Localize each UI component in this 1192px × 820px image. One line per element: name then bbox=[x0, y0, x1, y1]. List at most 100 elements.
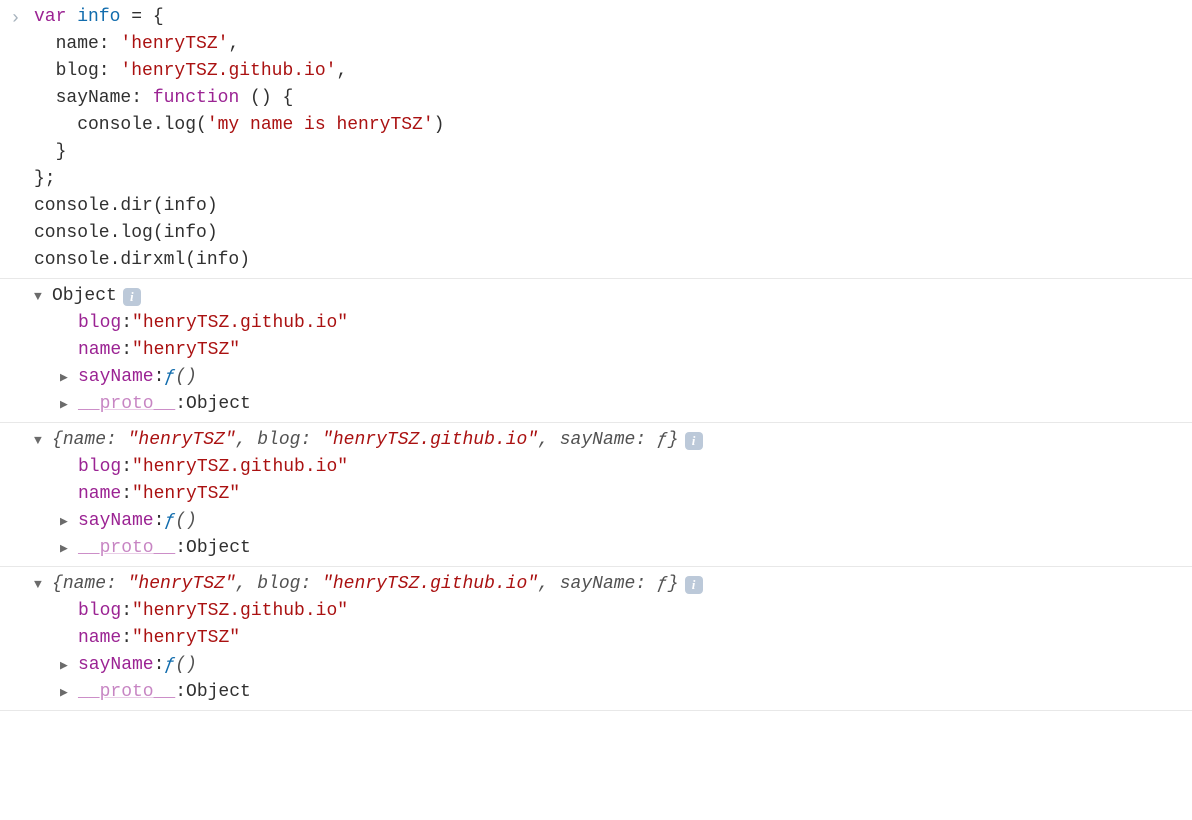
fn-body-suffix: ) bbox=[434, 115, 445, 135]
disclosure-down-icon[interactable]: ▼ bbox=[34, 287, 48, 307]
prop-val-name: "henryTSZ" bbox=[132, 337, 240, 364]
colon: : bbox=[175, 679, 186, 706]
prop-proto-row[interactable]: ▶ __proto__: Object bbox=[34, 391, 1192, 418]
func-paren: () bbox=[175, 508, 197, 535]
console-input-block: › var info = { name: 'henryTSZ', blog: '… bbox=[0, 0, 1192, 279]
sum-v1: "henryTSZ" bbox=[128, 574, 236, 594]
disclosure-right-icon[interactable]: ▶ bbox=[60, 539, 74, 559]
colon: : bbox=[154, 652, 165, 679]
prop-key-blog: blog bbox=[78, 454, 121, 481]
sum-k1: name: bbox=[63, 574, 128, 594]
disclosure-down-icon[interactable]: ▼ bbox=[34, 575, 48, 595]
brace: } bbox=[668, 574, 679, 594]
sep: , bbox=[236, 574, 258, 594]
colon: : bbox=[175, 391, 186, 418]
colon: : bbox=[154, 508, 165, 535]
sum-v3: ƒ bbox=[657, 574, 668, 594]
prop-key-name: name bbox=[78, 337, 121, 364]
brace: { bbox=[52, 574, 63, 594]
obj-close: }; bbox=[34, 169, 56, 189]
code-input[interactable]: var info = { name: 'henryTSZ', blog: 'he… bbox=[34, 4, 444, 274]
sum-k2: blog: bbox=[257, 574, 322, 594]
sum-k3: sayName: bbox=[560, 430, 657, 450]
prop-val-blog: "henryTSZ.github.io" bbox=[132, 598, 348, 625]
string-myname: 'my name is henryTSZ' bbox=[207, 115, 434, 135]
prop-proto-row[interactable]: ▶ __proto__: Object bbox=[34, 535, 1192, 562]
prop-val-proto: Object bbox=[186, 391, 251, 418]
prop-key-proto: __proto__ bbox=[78, 391, 175, 418]
prop-key-sayname: sayName bbox=[78, 364, 154, 391]
disclosure-right-icon[interactable]: ▶ bbox=[60, 656, 74, 676]
brace-open: { bbox=[153, 7, 164, 27]
prop-key-blog: blog bbox=[78, 598, 121, 625]
prop-val-name: "henryTSZ" bbox=[132, 625, 240, 652]
prop-blog-row[interactable]: blog: "henryTSZ.github.io" bbox=[34, 454, 1192, 481]
sum-v3: ƒ bbox=[657, 430, 668, 450]
keyword-var: var bbox=[34, 7, 66, 27]
output-dirxml: ▼ {name: "henryTSZ", blog: "henryTSZ.git… bbox=[0, 567, 1192, 711]
prop-key-name: name bbox=[78, 481, 121, 508]
prop-key-sayname: sayName bbox=[78, 508, 154, 535]
prop-blog-key: blog: bbox=[34, 61, 120, 81]
console-panel: › var info = { name: 'henryTSZ', blog: '… bbox=[0, 0, 1192, 711]
brace: { bbox=[52, 430, 63, 450]
info-icon[interactable]: i bbox=[685, 576, 703, 594]
disclosure-right-icon[interactable]: ▶ bbox=[60, 683, 74, 703]
sum-k2: blog: bbox=[257, 430, 322, 450]
identifier-info: info bbox=[77, 7, 120, 27]
colon: : bbox=[121, 625, 132, 652]
output-dir: ▼ Object i blog: "henryTSZ.github.io" na… bbox=[0, 279, 1192, 423]
prop-key-name: name bbox=[78, 625, 121, 652]
info-icon[interactable]: i bbox=[123, 288, 141, 306]
object-header-row[interactable]: ▼ Object i bbox=[34, 283, 1192, 310]
prop-name-row[interactable]: name: "henryTSZ" bbox=[34, 481, 1192, 508]
prop-sayname-row[interactable]: ▶ sayName: ƒ () bbox=[34, 364, 1192, 391]
prop-blog-row[interactable]: blog: "henryTSZ.github.io" bbox=[34, 598, 1192, 625]
object-header-row[interactable]: ▼ {name: "henryTSZ", blog: "henryTSZ.git… bbox=[34, 427, 1192, 454]
comma-2: , bbox=[336, 61, 347, 81]
func-paren: () bbox=[175, 652, 197, 679]
sep: , bbox=[538, 430, 560, 450]
prop-name-row[interactable]: name: "henryTSZ" bbox=[34, 337, 1192, 364]
prop-proto-row[interactable]: ▶ __proto__: Object bbox=[34, 679, 1192, 706]
disclosure-down-icon[interactable]: ▼ bbox=[34, 431, 48, 451]
disclosure-right-icon[interactable]: ▶ bbox=[60, 512, 74, 532]
prop-sayname-row[interactable]: ▶ sayName: ƒ () bbox=[34, 652, 1192, 679]
input-prompt-icon: › bbox=[10, 4, 34, 274]
prop-val-proto: Object bbox=[186, 679, 251, 706]
prop-val-blog: "henryTSZ.github.io" bbox=[132, 310, 348, 337]
prop-val-proto: Object bbox=[186, 535, 251, 562]
object-summary: {name: "henryTSZ", blog: "henryTSZ.githu… bbox=[52, 427, 679, 454]
sum-v2: "henryTSZ.github.io" bbox=[322, 574, 538, 594]
object-header-row[interactable]: ▼ {name: "henryTSZ", blog: "henryTSZ.git… bbox=[34, 571, 1192, 598]
colon: : bbox=[121, 454, 132, 481]
sum-v1: "henryTSZ" bbox=[128, 430, 236, 450]
prop-key-blog: blog bbox=[78, 310, 121, 337]
prop-sayname-key: sayName: bbox=[34, 88, 153, 108]
prop-sayname-row[interactable]: ▶ sayName: ƒ () bbox=[34, 508, 1192, 535]
info-icon[interactable]: i bbox=[685, 432, 703, 450]
func-paren: () bbox=[175, 364, 197, 391]
colon: : bbox=[121, 337, 132, 364]
disclosure-right-icon[interactable]: ▶ bbox=[60, 368, 74, 388]
prop-key-proto: __proto__ bbox=[78, 535, 175, 562]
sum-v2: "henryTSZ.github.io" bbox=[322, 430, 538, 450]
colon: : bbox=[121, 310, 132, 337]
fn-close: } bbox=[34, 142, 66, 162]
disclosure-right-icon[interactable]: ▶ bbox=[60, 395, 74, 415]
colon: : bbox=[121, 481, 132, 508]
call-console-log: console.log(info) bbox=[34, 223, 218, 243]
colon: : bbox=[154, 364, 165, 391]
sum-k3: sayName: bbox=[560, 574, 657, 594]
func-f: ƒ bbox=[164, 508, 175, 535]
prop-key-sayname: sayName bbox=[78, 652, 154, 679]
comma-1: , bbox=[228, 34, 239, 54]
colon: : bbox=[175, 535, 186, 562]
object-label: Object bbox=[52, 283, 117, 310]
keyword-function: function bbox=[153, 88, 239, 108]
prop-blog-row[interactable]: blog: "henryTSZ.github.io" bbox=[34, 310, 1192, 337]
prop-name-row[interactable]: name: "henryTSZ" bbox=[34, 625, 1192, 652]
string-name: 'henryTSZ' bbox=[120, 34, 228, 54]
sum-k1: name: bbox=[63, 430, 128, 450]
fn-sig: () { bbox=[239, 88, 293, 108]
